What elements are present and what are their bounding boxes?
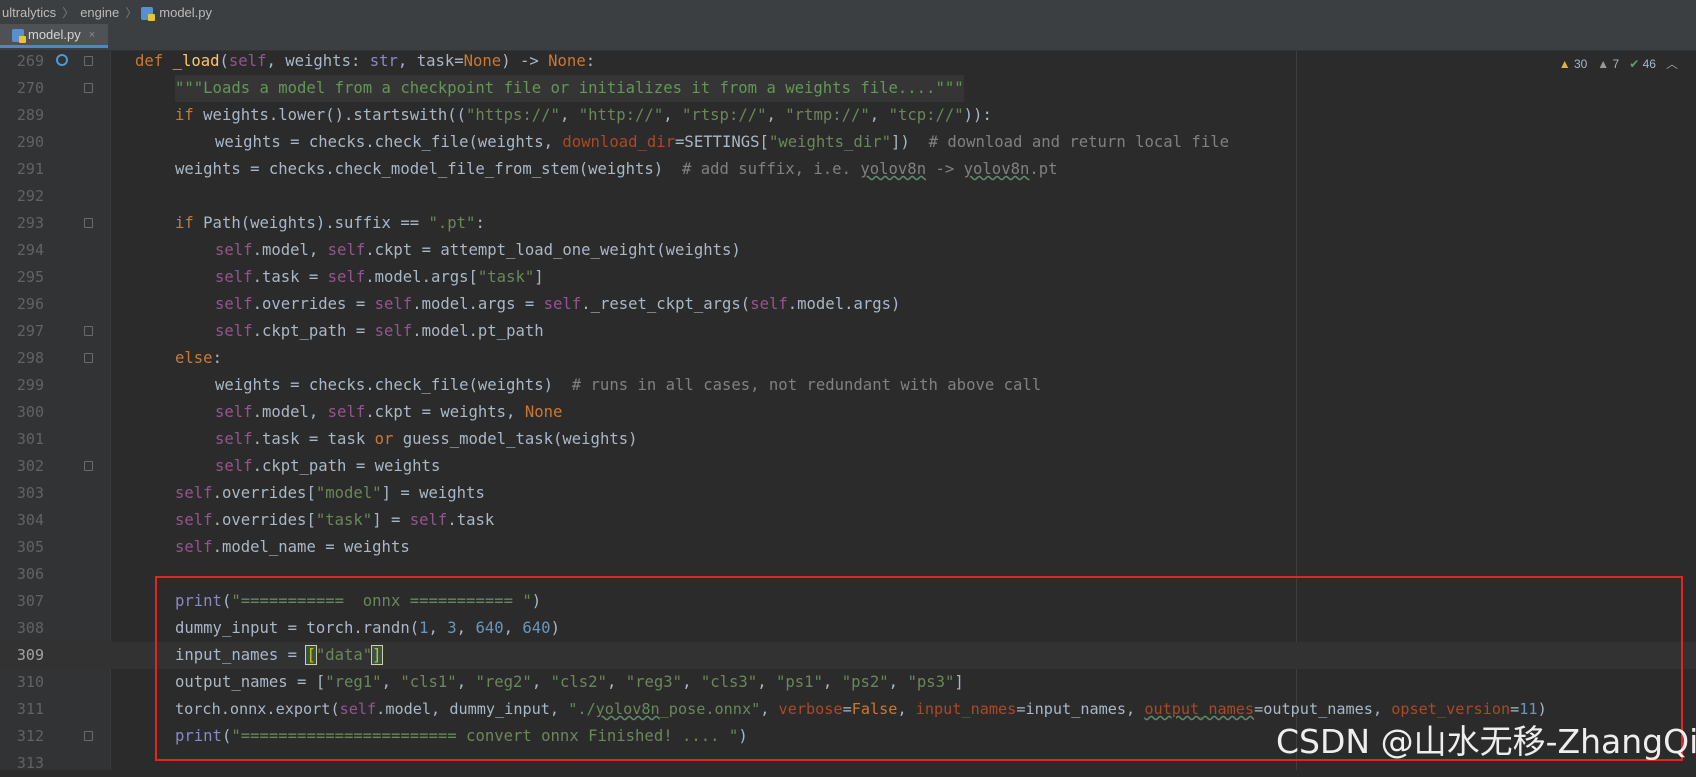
line-number: 304: [16, 511, 44, 529]
line-number: 308: [16, 619, 44, 637]
line-number: 291: [16, 160, 44, 178]
code-text: weights = checks.check_file(weights) # r…: [215, 376, 1042, 394]
code-line-294: 294 self.model, self.ckpt = attempt_load…: [0, 237, 1696, 264]
line-number: 311: [16, 700, 44, 718]
code-line-297: 297 self.ckpt_path = self.model.pt_path: [0, 318, 1696, 345]
line-number: 302: [16, 457, 44, 475]
watermark: CSDN @山水无移-ZhangQian: [1276, 722, 1696, 761]
code-text: if weights.lower().startswith(("https://…: [175, 106, 992, 124]
python-file-icon: [141, 6, 156, 21]
line-number: 309: [16, 646, 44, 664]
code-line-295: 295 self.task = self.model.args["task"]: [0, 264, 1696, 291]
fold-icon[interactable]: [84, 353, 93, 363]
line-number: 293: [16, 214, 44, 232]
line-number: 299: [16, 376, 44, 394]
line-number: 297: [16, 322, 44, 340]
chevron-right-icon: 〉: [62, 5, 75, 20]
code-line-270: 270 """Loads a model from a checkpoint f…: [0, 75, 1696, 102]
fold-icon[interactable]: [84, 461, 93, 471]
python-file-icon: [12, 29, 26, 43]
code-line-304: 304 self.overrides["task"] = self.task: [0, 507, 1696, 534]
code-text: self.ckpt_path = weights: [215, 457, 441, 475]
tab-label: model.py: [28, 27, 81, 42]
code-text: weights = checks.check_model_file_from_s…: [175, 160, 1058, 178]
code-text: self.overrides["task"] = self.task: [175, 511, 495, 529]
code-text: self.model_name = weights: [175, 538, 410, 556]
code-line-303: 303 self.overrides["model"] = weights: [0, 480, 1696, 507]
line-number: 294: [16, 241, 44, 259]
line-number: 289: [16, 106, 44, 124]
line-number: 306: [16, 565, 44, 583]
line-number: 312: [16, 727, 44, 745]
close-icon[interactable]: ×: [89, 29, 95, 41]
code-line-300: 300 self.model, self.ckpt = weights, Non…: [0, 399, 1696, 426]
code-line-299: 299 weights = checks.check_file(weights)…: [0, 372, 1696, 399]
code-text: self.ckpt_path = self.model.pt_path: [215, 322, 544, 340]
line-number: 300: [16, 403, 44, 421]
code-text: self.overrides["model"] = weights: [175, 484, 485, 502]
breadcrumb-item-ultralytics[interactable]: ultralytics: [0, 5, 58, 20]
code-line-269: 269 def _load(self, weights: str, task=N…: [0, 48, 1696, 75]
code-line-289: 289 if weights.lower().startswith(("http…: [0, 102, 1696, 129]
code-text: def _load(self, weights: str, task=None)…: [135, 52, 596, 70]
code-line-305: 305 self.model_name = weights: [0, 534, 1696, 561]
breadcrumb: ultralytics 〉 engine 〉 model.py: [0, 0, 1696, 25]
fold-icon[interactable]: [84, 731, 93, 741]
fold-icon[interactable]: [84, 83, 93, 93]
code-line-301: 301 self.task = task or guess_model_task…: [0, 426, 1696, 453]
tab-model-py[interactable]: model.py ×: [0, 24, 108, 48]
code-text: else:: [175, 349, 222, 367]
line-number: 298: [16, 349, 44, 367]
line-number: 269: [16, 52, 44, 70]
code-line-296: 296 self.overrides = self.model.args = s…: [0, 291, 1696, 318]
line-number: 310: [16, 673, 44, 691]
code-line-291: 291 weights = checks.check_model_file_fr…: [0, 156, 1696, 183]
chevron-right-icon: 〉: [125, 5, 138, 20]
code-line-302: 302 self.ckpt_path = weights: [0, 453, 1696, 480]
code-text: if Path(weights).suffix == ".pt":: [175, 214, 485, 232]
override-marker-icon[interactable]: [56, 54, 68, 66]
line-number: 301: [16, 430, 44, 448]
editor-tab-bar: model.py ×: [0, 24, 1696, 51]
line-number: 296: [16, 295, 44, 313]
code-text: self.task = self.model.args["task"]: [215, 268, 544, 286]
line-number: 292: [16, 187, 44, 205]
line-number: 290: [16, 133, 44, 151]
line-number: 313: [16, 754, 44, 772]
code-text: weights = checks.check_file(weights, dow…: [215, 133, 1229, 151]
code-line-293: 293 if Path(weights).suffix == ".pt":: [0, 210, 1696, 237]
code-text: self.task = task or guess_model_task(wei…: [215, 430, 638, 448]
line-number: 303: [16, 484, 44, 502]
line-number: 305: [16, 538, 44, 556]
fold-icon[interactable]: [84, 326, 93, 336]
line-number: 307: [16, 592, 44, 610]
line-number: 270: [16, 79, 44, 97]
code-line-292: 292: [0, 183, 1696, 210]
fold-icon[interactable]: [84, 56, 93, 66]
breadcrumb-item-engine[interactable]: engine: [78, 5, 121, 20]
code-line-298: 298 else:: [0, 345, 1696, 372]
line-number: 295: [16, 268, 44, 286]
code-text: self.overrides = self.model.args = self.…: [215, 295, 901, 313]
breadcrumb-item-model-py[interactable]: model.py: [157, 5, 214, 20]
code-text: """Loads a model from a checkpoint file …: [175, 75, 964, 102]
code-text: self.model, self.ckpt = attempt_load_one…: [215, 241, 741, 259]
fold-icon[interactable]: [84, 218, 93, 228]
code-text: self.model, self.ckpt = weights, None: [215, 403, 563, 421]
code-line-290: 290 weights = checks.check_file(weights,…: [0, 129, 1696, 156]
